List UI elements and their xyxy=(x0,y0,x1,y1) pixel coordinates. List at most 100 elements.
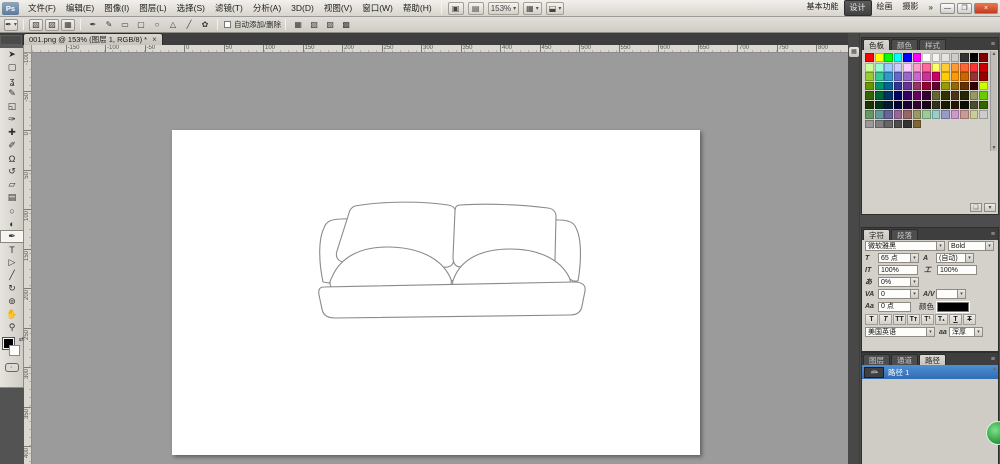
color-swatch[interactable] xyxy=(903,101,912,110)
color-swatch[interactable] xyxy=(932,63,941,72)
canvas-pasteboard[interactable] xyxy=(32,53,848,464)
menu-item[interactable]: 滤镜(T) xyxy=(210,0,248,16)
color-swatch[interactable] xyxy=(922,63,931,72)
color-swatch[interactable] xyxy=(960,101,969,110)
strikethrough-button[interactable]: Ŧ xyxy=(963,314,976,325)
kerning-field[interactable] xyxy=(936,289,958,299)
paths-tab[interactable]: 路径 xyxy=(919,354,946,365)
superscript-button[interactable]: T¹ xyxy=(921,314,934,325)
canvas[interactable] xyxy=(172,130,700,455)
anti-alias-select[interactable]: 浑厚 xyxy=(949,327,975,337)
polygon-button[interactable]: △ xyxy=(166,19,180,31)
path-selection-tool[interactable]: ▷ xyxy=(0,256,24,269)
color-swatch[interactable] xyxy=(970,72,979,81)
document-tab[interactable]: 001.png @ 153% (图层 1, RGB/8) * × xyxy=(23,33,163,45)
clone-stamp-tool[interactable]: Ω xyxy=(0,152,24,165)
lasso-tool[interactable]: ʓ xyxy=(0,74,24,87)
minimize-button[interactable]: — xyxy=(940,3,955,14)
color-swatch[interactable] xyxy=(894,91,903,100)
color-swatch[interactable] xyxy=(903,53,912,62)
color-swatch[interactable] xyxy=(951,101,960,110)
type-tool[interactable]: T xyxy=(0,243,24,256)
color-swatch[interactable] xyxy=(913,101,922,110)
color-swatch[interactable] xyxy=(894,101,903,110)
tsume-field[interactable]: 0% xyxy=(878,277,911,287)
marquee-tool[interactable]: ▢ xyxy=(0,61,24,74)
freeform-pen-button[interactable]: ✎ xyxy=(102,19,116,31)
chevron-down-icon[interactable]: ▾ xyxy=(966,253,974,263)
font-size-field[interactable]: 65 点 xyxy=(878,253,911,263)
shape-layers-button[interactable]: ▧ xyxy=(29,19,43,31)
pen-tool[interactable]: ✒ xyxy=(0,230,24,243)
color-swatch[interactable] xyxy=(913,82,922,91)
color-swatch[interactable] xyxy=(970,82,979,91)
color-swatch[interactable] xyxy=(903,91,912,100)
chevron-down-icon[interactable]: ▾ xyxy=(911,253,919,263)
color-swatch[interactable] xyxy=(960,82,969,91)
scroll-up-icon[interactable]: ▲ xyxy=(992,366,997,372)
panel-menu-icon[interactable]: ≡ xyxy=(991,354,995,365)
menu-item[interactable]: 窗口(W) xyxy=(357,0,398,16)
workspace-button[interactable]: 基本功能 xyxy=(802,0,844,16)
color-swatch[interactable] xyxy=(865,91,874,100)
color-swatch[interactable] xyxy=(979,91,988,100)
ruler-origin-corner[interactable] xyxy=(24,45,32,53)
subscript-button[interactable]: T₁ xyxy=(935,314,948,325)
path-name[interactable]: 路径 1 xyxy=(888,367,909,378)
zoom-tool[interactable]: ⚲ xyxy=(0,321,24,334)
color-swatch[interactable] xyxy=(932,110,941,119)
color-swatch[interactable] xyxy=(941,63,950,72)
color-swatch[interactable] xyxy=(903,82,912,91)
color-swatch[interactable] xyxy=(979,110,988,119)
character-tab[interactable]: 字符 xyxy=(863,229,890,240)
color-swatch[interactable] xyxy=(865,82,874,91)
color-swatch[interactable] xyxy=(913,63,922,72)
all-caps-button[interactable]: TT xyxy=(893,314,906,325)
menu-item[interactable]: 选择(S) xyxy=(172,0,210,16)
vertical-ruler[interactable]: -100-50050100150200250300350400 xyxy=(24,53,32,464)
color-swatch[interactable] xyxy=(875,101,884,110)
launch-bridge-button[interactable]: ▣ xyxy=(448,2,464,15)
path-list-item[interactable]: 路径 1 xyxy=(862,365,998,379)
screen-mode-dropdown[interactable]: ⬓ ▾ xyxy=(546,2,565,15)
color-swatch[interactable] xyxy=(960,63,969,72)
swatch-scrollbar[interactable]: ▲ ▼ xyxy=(990,51,997,151)
language-select[interactable]: 美国英语 xyxy=(865,327,927,337)
paths-tab[interactable]: 通道 xyxy=(891,354,918,365)
color-swatch[interactable] xyxy=(865,72,874,81)
color-swatch[interactable] xyxy=(979,101,988,110)
tool-preset-picker[interactable]: ✒ ▾ xyxy=(4,19,18,31)
vertical-scale-field[interactable]: 100% xyxy=(878,265,918,275)
chevron-down-icon[interactable]: ▾ xyxy=(911,277,919,287)
history-panel-icon[interactable]: ▦ xyxy=(849,47,859,57)
chevron-down-icon[interactable]: ▾ xyxy=(937,241,945,251)
color-swatch[interactable] xyxy=(922,53,931,62)
color-swatch[interactable] xyxy=(894,63,903,72)
color-swatch[interactable] xyxy=(970,63,979,72)
color-swatch[interactable] xyxy=(865,120,874,129)
color-swatch[interactable] xyxy=(941,110,950,119)
chevron-down-icon[interactable]: ▾ xyxy=(986,241,994,251)
color-swatch[interactable] xyxy=(979,82,988,91)
hand-tool[interactable]: ✋ xyxy=(0,308,24,321)
paths-tab[interactable]: 图层 xyxy=(863,354,890,365)
color-swatch[interactable] xyxy=(865,53,874,62)
color-swatch[interactable] xyxy=(970,101,979,110)
color-swatch[interactable] xyxy=(922,91,931,100)
line-button[interactable]: ╱ xyxy=(182,19,196,31)
color-swatch[interactable] xyxy=(894,82,903,91)
blur-tool[interactable]: ○ xyxy=(0,204,24,217)
color-swatch[interactable] xyxy=(932,101,941,110)
panel-menu-icon[interactable]: ≡ xyxy=(991,229,995,240)
color-swatch[interactable] xyxy=(903,72,912,81)
workspace-button[interactable]: 设计 xyxy=(844,0,872,16)
color-swatch[interactable] xyxy=(979,72,988,81)
menu-item[interactable]: 视图(V) xyxy=(319,0,357,16)
workspace-button[interactable]: 绘画 xyxy=(872,0,898,16)
scroll-down-icon[interactable]: ▼ xyxy=(991,145,997,151)
color-swatch[interactable] xyxy=(922,110,931,119)
delete-swatch-button[interactable]: ▾ xyxy=(984,203,996,212)
faux-bold-button[interactable]: T xyxy=(865,314,878,325)
quick-selection-tool[interactable]: ✎ xyxy=(0,87,24,100)
color-swatch[interactable] xyxy=(875,82,884,91)
